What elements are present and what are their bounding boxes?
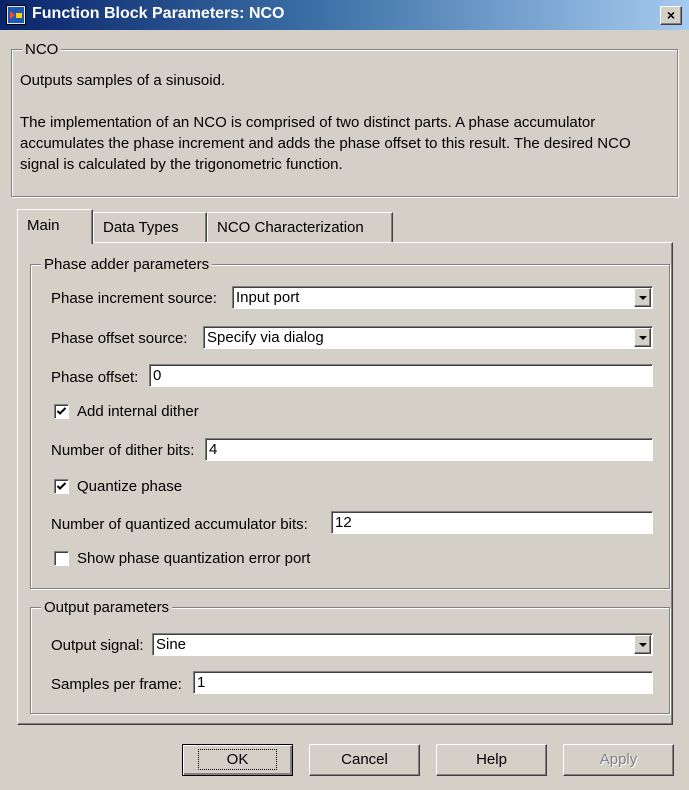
add-dither-checkbox[interactable] — [54, 404, 69, 419]
phase-adder-group-title: Phase adder parameters — [41, 256, 213, 273]
quantized-bits-label: Number of quantized accumulator bits: — [51, 516, 308, 533]
close-icon: × — [666, 7, 676, 23]
show-error-port-checkbox[interactable] — [54, 551, 69, 566]
quantized-bits-input[interactable]: 12 — [331, 511, 653, 534]
cancel-button-label: Cancel — [341, 751, 388, 768]
tab-main-label: Main — [27, 217, 60, 234]
tab-main[interactable]: Main — [17, 209, 93, 244]
samples-per-frame-value: 1 — [197, 674, 206, 691]
block-group-title: NCO — [22, 41, 62, 58]
phase-offset-input[interactable]: 0 — [149, 364, 653, 387]
tab-nco-characterization[interactable]: NCO Characterization — [207, 212, 393, 242]
output-signal-value: Sine — [156, 636, 187, 653]
show-error-port-label[interactable]: Show phase quantization error port — [77, 550, 310, 568]
checkmark-icon — [56, 482, 67, 490]
title-bar[interactable]: Function Block Parameters: NCO × — [0, 0, 689, 30]
simulink-block-icon — [6, 5, 26, 25]
phase-offset-value: 0 — [153, 367, 162, 384]
cancel-button[interactable]: Cancel — [309, 744, 420, 776]
close-button[interactable]: × — [660, 6, 682, 25]
phase-increment-source-select[interactable]: Input port — [232, 286, 653, 309]
dither-bits-input[interactable]: 4 — [205, 438, 653, 461]
output-signal-label: Output signal: — [51, 637, 144, 654]
quantized-bits-value: 12 — [335, 514, 352, 531]
phase-offset-source-select[interactable]: Specify via dialog — [203, 326, 653, 349]
tab-nco-characterization-label: NCO Characterization — [217, 219, 364, 236]
help-button-label: Help — [476, 751, 507, 768]
phase-offset-source-value: Specify via dialog — [207, 329, 324, 346]
ok-button-label: OK — [197, 749, 278, 770]
dither-bits-value: 4 — [209, 441, 218, 458]
output-group-title: Output parameters — [41, 599, 173, 616]
phase-adder-group: Phase adder parameters — [30, 256, 670, 589]
dither-bits-label: Number of dither bits: — [51, 442, 195, 459]
add-dither-label[interactable]: Add internal dither — [77, 403, 199, 421]
block-description-line2: The implementation of an NCO is comprise… — [20, 114, 631, 173]
samples-per-frame-input[interactable]: 1 — [193, 671, 653, 694]
phase-offset-source-label: Phase offset source: — [51, 330, 188, 347]
block-description-line1: Outputs samples of a sinusoid. — [20, 72, 226, 89]
tab-data-types-label: Data Types — [103, 219, 179, 236]
chevron-down-icon[interactable] — [634, 635, 651, 654]
output-group: Output parameters — [30, 599, 670, 714]
apply-button[interactable]: Apply — [563, 744, 674, 776]
samples-per-frame-label: Samples per frame: — [51, 676, 182, 693]
phase-increment-source-label: Phase increment source: — [51, 290, 217, 307]
apply-button-label: Apply — [599, 751, 638, 768]
output-signal-select[interactable]: Sine — [152, 633, 653, 656]
chevron-down-icon[interactable] — [634, 288, 651, 307]
phase-offset-label: Phase offset: — [51, 369, 139, 386]
tab-data-types[interactable]: Data Types — [93, 212, 207, 242]
help-button[interactable]: Help — [436, 744, 547, 776]
window-title: Function Block Parameters: NCO — [32, 5, 285, 22]
quantize-phase-checkbox[interactable] — [54, 479, 69, 494]
phase-increment-source-value: Input port — [236, 289, 300, 306]
checkmark-icon — [56, 407, 67, 415]
quantize-phase-label[interactable]: Quantize phase — [77, 478, 182, 496]
chevron-down-icon[interactable] — [634, 328, 651, 347]
ok-button[interactable]: OK — [182, 744, 293, 776]
